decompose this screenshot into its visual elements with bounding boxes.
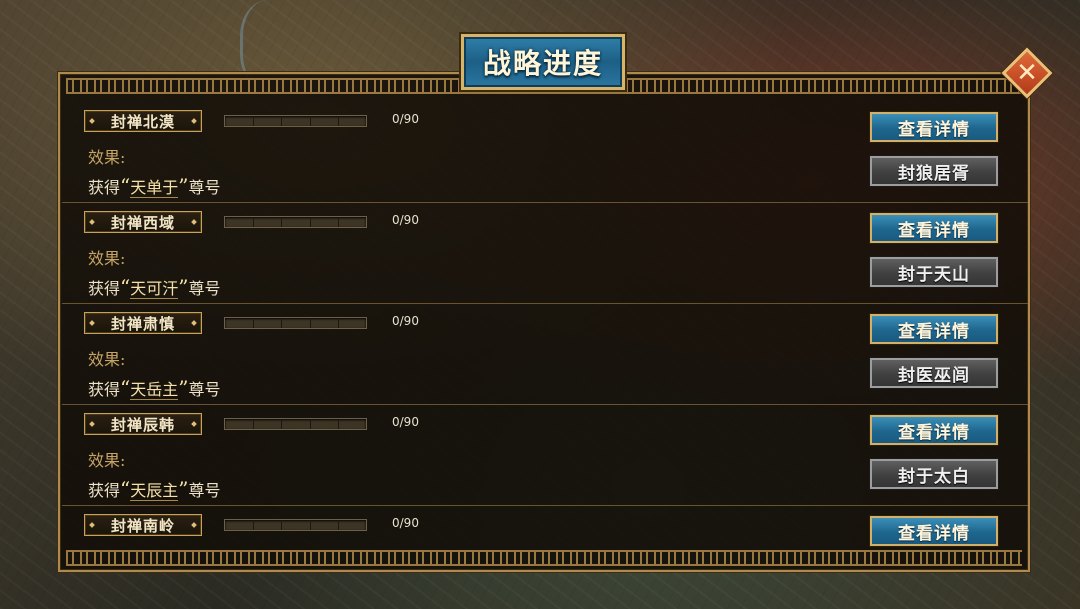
progress-segment [309, 520, 311, 530]
view-details-button[interactable]: 查看详情 [870, 415, 998, 445]
progress-segment [337, 217, 339, 227]
effect-prefix: 获得 [88, 481, 121, 500]
quest-name: 封禅肃慎 [110, 314, 175, 333]
quest-progress-bar [224, 216, 367, 228]
progress-segment [281, 419, 283, 429]
quest-row: 封禅南岭 0/90 查看详情 [62, 506, 1028, 548]
close-quote: ” [178, 376, 189, 400]
effect-label: 效果: [88, 350, 126, 369]
effect-label: 效果: [88, 451, 126, 470]
effect-label: 效果: [88, 148, 126, 167]
quest-action-button[interactable]: 封于天山 [870, 257, 998, 287]
quest-progress-bar [224, 317, 367, 329]
page-title: 战略进度 [482, 47, 603, 80]
quest-name: 封禅西域 [110, 213, 175, 232]
effect-suffix: 尊号 [188, 481, 221, 500]
effect-title-name: 天辰主 [130, 481, 179, 501]
view-details-button[interactable]: 查看详情 [870, 314, 998, 344]
close-quote: ” [178, 477, 189, 501]
title-plate: 战略进度 [461, 34, 625, 90]
quest-name-plate: 封禅肃慎 [84, 312, 202, 334]
quest-action-button[interactable]: 封狼居胥 [870, 156, 998, 186]
progress-segment [309, 217, 311, 227]
quest-progress-bar [224, 115, 367, 127]
quest-progress-text: 0/90 [392, 314, 419, 328]
progress-segment [253, 116, 255, 126]
quest-action-button[interactable]: 封于太白 [870, 459, 998, 489]
view-details-button[interactable]: 查看详情 [870, 112, 998, 142]
effect-description: 获得“天辰主”尊号 [88, 477, 221, 501]
quest-progress-bar [224, 418, 367, 430]
effect-title-name: 天岳主 [130, 380, 179, 400]
progress-segment [253, 520, 255, 530]
quest-name: 封禅辰韩 [110, 415, 175, 434]
progress-segment [337, 520, 339, 530]
quest-progress-text: 0/90 [392, 213, 419, 227]
effect-prefix: 获得 [88, 380, 121, 399]
progress-segment [337, 419, 339, 429]
progress-segment [253, 419, 255, 429]
effect-title-name: 天可汗 [130, 279, 179, 299]
progress-segment [309, 116, 311, 126]
panel-border-bottom [66, 550, 1022, 566]
effect-description: 获得“天岳主”尊号 [88, 376, 221, 400]
close-quote: ” [178, 275, 189, 299]
effect-suffix: 尊号 [188, 380, 221, 399]
open-quote: “ [120, 376, 131, 400]
quest-row: 封禅西域 0/90 效果: 获得“天可汗”尊号 查看详情 封于天山 [62, 203, 1028, 304]
progress-segment [337, 318, 339, 328]
effect-prefix: 获得 [88, 178, 121, 197]
quest-name: 封禅南岭 [110, 516, 175, 535]
quest-name-plate: 封禅北漠 [84, 110, 202, 132]
effect-description: 获得“天单于”尊号 [88, 174, 221, 198]
quest-row: 封禅辰韩 0/90 效果: 获得“天辰主”尊号 查看详情 封于太白 [62, 405, 1028, 506]
open-quote: “ [120, 477, 131, 501]
quest-progress-text: 0/90 [392, 112, 419, 126]
effect-suffix: 尊号 [188, 178, 221, 197]
effect-suffix: 尊号 [188, 279, 221, 298]
effect-prefix: 获得 [88, 279, 121, 298]
progress-segment [253, 318, 255, 328]
progress-segment [309, 318, 311, 328]
progress-segment [309, 419, 311, 429]
open-quote: “ [120, 275, 131, 299]
progress-segment [281, 318, 283, 328]
progress-segment [281, 116, 283, 126]
progress-segment [253, 217, 255, 227]
quest-name-plate: 封禅西域 [84, 211, 202, 233]
quest-name-plate: 封禅南岭 [84, 514, 202, 536]
quest-action-button[interactable]: 封医巫闾 [870, 358, 998, 388]
close-icon: ✕ [1016, 58, 1038, 88]
quest-progress-text: 0/90 [392, 516, 419, 530]
effect-description: 获得“天可汗”尊号 [88, 275, 221, 299]
quest-row: 封禅北漠 0/90 效果: 获得“天单于”尊号 查看详情 封狼居胥 [62, 102, 1028, 203]
quest-name-plate: 封禅辰韩 [84, 413, 202, 435]
open-quote: “ [120, 174, 131, 198]
quest-name: 封禅北漠 [110, 112, 175, 131]
view-details-button[interactable]: 查看详情 [870, 213, 998, 243]
view-details-button[interactable]: 查看详情 [870, 516, 998, 546]
quest-row: 封禅肃慎 0/90 效果: 获得“天岳主”尊号 查看详情 封医巫闾 [62, 304, 1028, 405]
progress-segment [281, 520, 283, 530]
close-quote: ” [178, 174, 189, 198]
quest-progress-bar [224, 519, 367, 531]
quest-progress-text: 0/90 [392, 415, 419, 429]
effect-title-name: 天单于 [130, 178, 179, 198]
progress-segment [281, 217, 283, 227]
close-button[interactable]: ✕ [1001, 47, 1053, 99]
progress-segment [337, 116, 339, 126]
effect-label: 效果: [88, 249, 126, 268]
